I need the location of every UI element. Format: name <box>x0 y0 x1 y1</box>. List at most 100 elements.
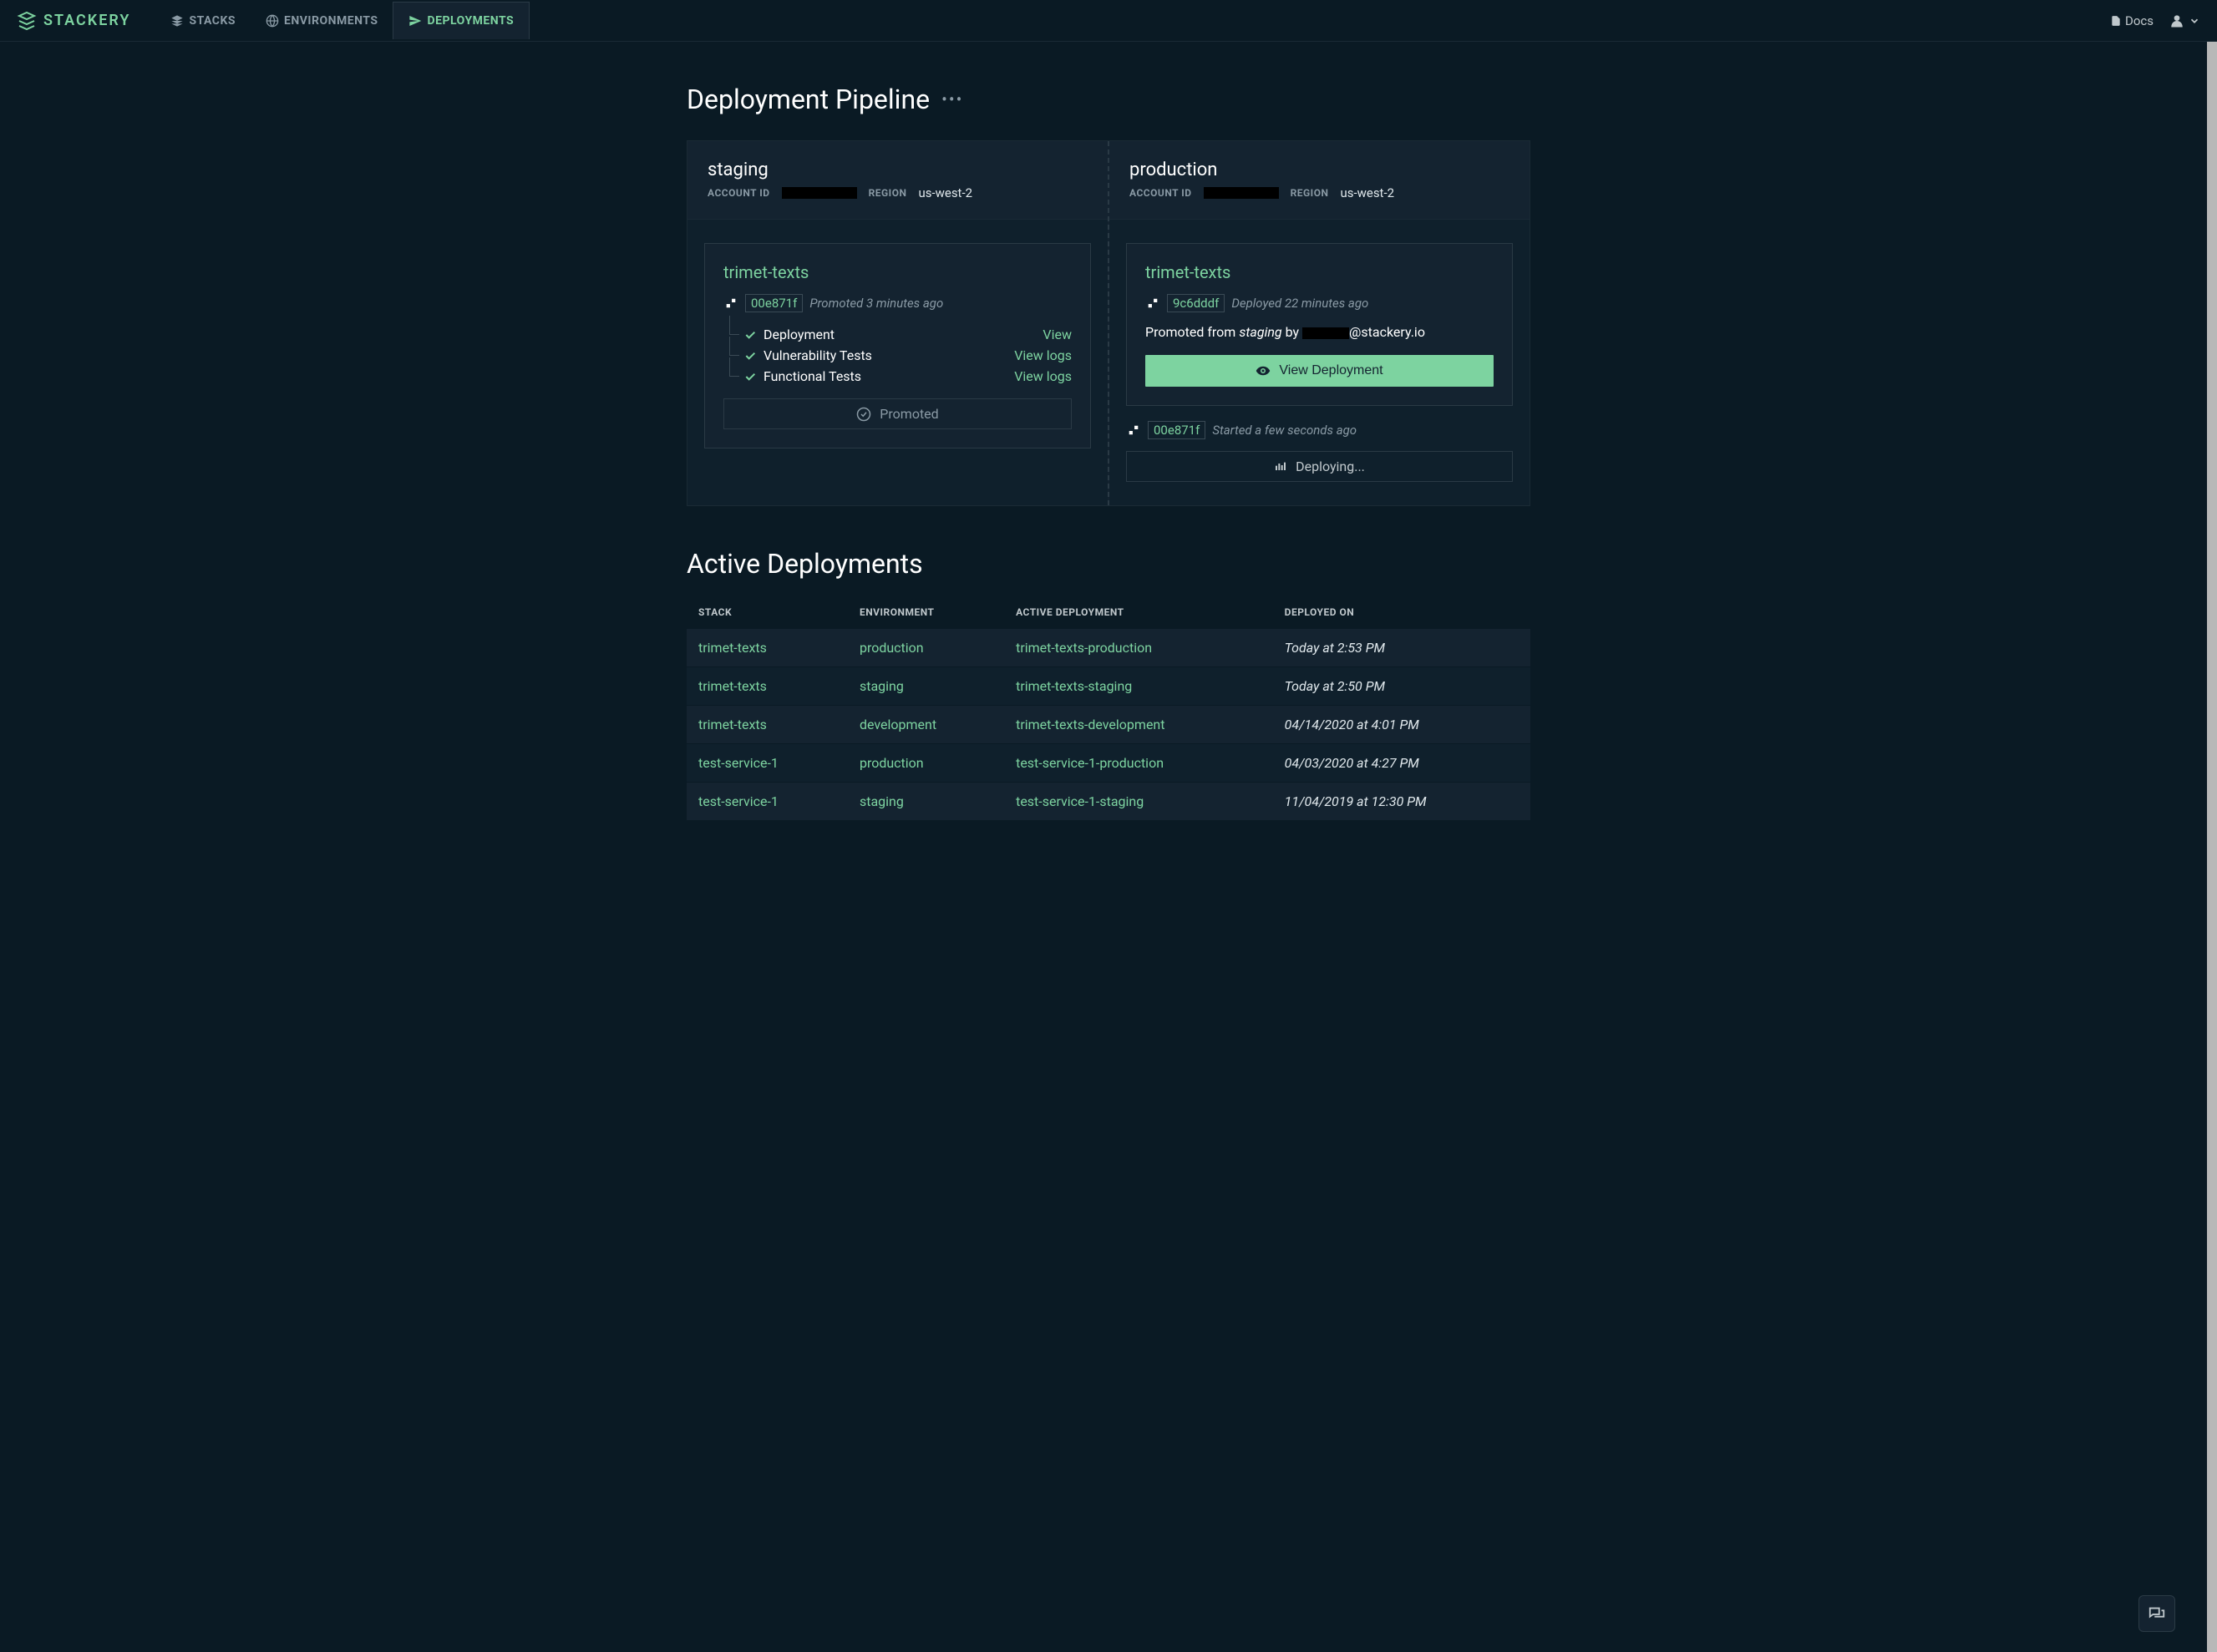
pipeline-column-production: production ACCOUNT ID REGION us-west-2 t… <box>1109 141 1530 505</box>
stack-link[interactable]: test-service-1 <box>687 744 848 783</box>
chevron-down-icon <box>2189 15 2200 27</box>
commit-meta: Promoted 3 minutes ago <box>809 296 943 311</box>
check-icon <box>743 328 757 342</box>
table-row[interactable]: test-service-1stagingtest-service-1-stag… <box>687 783 1530 821</box>
account-id-redacted <box>782 187 857 199</box>
env-link[interactable]: staging <box>848 783 1004 821</box>
stack-link[interactable]: trimet-texts <box>687 629 848 667</box>
th-env: ENVIRONMENT <box>848 596 1004 629</box>
promoted-status: Promoted <box>723 398 1072 429</box>
eye-icon <box>1256 363 1271 378</box>
git-branch-icon <box>1145 296 1160 311</box>
column-meta: ACCOUNT ID REGION us-west-2 <box>1129 185 1509 200</box>
table-row[interactable]: test-service-1productiontest-service-1-p… <box>687 744 1530 783</box>
th-deployed: DEPLOYED ON <box>1273 596 1530 629</box>
commit-hash[interactable]: 00e871f <box>745 294 803 312</box>
check-row: Functional Tests View logs <box>727 366 1072 387</box>
column-title: staging <box>708 160 1088 180</box>
check-label: Deployment <box>764 327 835 342</box>
deploy-link[interactable]: test-service-1-staging <box>1004 783 1273 821</box>
section-title: Active Deployments <box>687 548 1530 580</box>
user-icon <box>2169 13 2185 29</box>
check-circle-icon <box>856 407 871 422</box>
table-row[interactable]: trimet-textsproductiontrimet-texts-produ… <box>687 629 1530 667</box>
account-id-redacted <box>1204 187 1279 199</box>
active-deployments-table: STACK ENVIRONMENT ACTIVE DEPLOYMENT DEPL… <box>687 596 1530 821</box>
user-menu[interactable] <box>2169 13 2200 29</box>
send-icon <box>408 14 422 28</box>
check-row: Deployment View <box>727 324 1072 345</box>
deploy-link[interactable]: trimet-texts-staging <box>1004 667 1273 706</box>
env-link[interactable]: production <box>848 744 1004 783</box>
git-branch-icon <box>1126 423 1141 438</box>
file-icon <box>2110 15 2122 27</box>
check-row: Vulnerability Tests View logs <box>727 345 1072 366</box>
stackery-logo-icon <box>17 11 37 31</box>
th-stack: STACK <box>687 596 848 629</box>
column-meta: ACCOUNT ID REGION us-west-2 <box>708 185 1088 200</box>
commit-row: 00e871f Promoted 3 minutes ago <box>723 294 1072 312</box>
chat-button[interactable] <box>2138 1595 2175 1632</box>
commit-row: 9c6dddf Deployed 22 minutes ago <box>1145 294 1494 312</box>
check-link[interactable]: View logs <box>1014 347 1072 363</box>
column-header: staging ACCOUNT ID REGION us-west-2 <box>687 141 1108 220</box>
deployed-on: 04/14/2020 at 4:01 PM <box>1273 706 1530 744</box>
deploy-link[interactable]: test-service-1-production <box>1004 744 1273 783</box>
deployed-on: Today at 2:50 PM <box>1273 667 1530 706</box>
check-icon <box>743 370 757 383</box>
more-icon[interactable]: ••• <box>941 89 963 109</box>
view-deployment-button[interactable]: View Deployment <box>1145 355 1494 387</box>
env-link[interactable]: staging <box>848 667 1004 706</box>
globe-icon <box>266 14 279 28</box>
commit-hash[interactable]: 9c6dddf <box>1167 294 1225 312</box>
pipeline: staging ACCOUNT ID REGION us-west-2 trim… <box>687 140 1530 506</box>
commit-meta: Deployed 22 minutes ago <box>1231 296 1368 311</box>
top-nav: STACKERY STACKS ENVIRONMENTS DEPLOYMENTS… <box>0 0 2217 42</box>
deployment-card-production: trimet-texts 9c6dddf Deployed 22 minutes… <box>1126 243 1513 406</box>
column-header: production ACCOUNT ID REGION us-west-2 <box>1109 141 1530 220</box>
logo[interactable]: STACKERY <box>17 11 130 31</box>
deployed-on: 04/03/2020 at 4:27 PM <box>1273 744 1530 783</box>
logo-text: STACKERY <box>43 12 130 29</box>
git-branch-icon <box>723 296 738 311</box>
deployed-on: 11/04/2019 at 12:30 PM <box>1273 783 1530 821</box>
table-row[interactable]: trimet-textsdevelopmenttrimet-texts-deve… <box>687 706 1530 744</box>
check-label: Vulnerability Tests <box>764 347 872 363</box>
tab-environments[interactable]: ENVIRONMENTS <box>251 2 393 39</box>
card-title[interactable]: trimet-texts <box>1145 262 1494 282</box>
tab-stacks[interactable]: STACKS <box>155 2 251 39</box>
deploy-link[interactable]: trimet-texts-development <box>1004 706 1273 744</box>
table-row[interactable]: trimet-textsstagingtrimet-texts-stagingT… <box>687 667 1530 706</box>
check-icon <box>743 349 757 362</box>
deployment-card-staging: trimet-texts 00e871f Promoted 3 minutes … <box>704 243 1091 448</box>
inflight-deployment: 00e871f Started a few seconds ago Deploy… <box>1126 421 1513 482</box>
commit-meta: Started a few seconds ago <box>1212 423 1357 438</box>
scrollbar[interactable] <box>2207 42 2217 1652</box>
tab-deployments[interactable]: DEPLOYMENTS <box>393 2 530 39</box>
stack-link[interactable]: test-service-1 <box>687 783 848 821</box>
check-link[interactable]: View logs <box>1014 368 1072 384</box>
check-link[interactable]: View <box>1043 327 1072 342</box>
nav-right: Docs <box>2110 13 2200 29</box>
nav-tabs: STACKS ENVIRONMENTS DEPLOYMENTS <box>155 2 530 39</box>
deploy-link[interactable]: trimet-texts-production <box>1004 629 1273 667</box>
page-title: Deployment Pipeline ••• <box>687 84 1530 115</box>
commit-row: 00e871f Started a few seconds ago <box>1126 421 1513 439</box>
column-title: production <box>1129 160 1509 180</box>
card-title[interactable]: trimet-texts <box>723 262 1072 282</box>
commit-hash[interactable]: 00e871f <box>1148 421 1205 439</box>
stack-link[interactable]: trimet-texts <box>687 667 848 706</box>
pipeline-column-staging: staging ACCOUNT ID REGION us-west-2 trim… <box>687 141 1109 505</box>
promoted-from-text: Promoted from staging by @stackery.io <box>1145 324 1494 340</box>
th-active: ACTIVE DEPLOYMENT <box>1004 596 1273 629</box>
docs-link[interactable]: Docs <box>2110 13 2154 28</box>
layers-icon <box>170 14 184 28</box>
deployed-on: Today at 2:53 PM <box>1273 629 1530 667</box>
user-redacted <box>1302 327 1349 339</box>
env-link[interactable]: development <box>848 706 1004 744</box>
check-label: Functional Tests <box>764 368 861 384</box>
deploying-status: Deploying... <box>1126 451 1513 482</box>
env-link[interactable]: production <box>848 629 1004 667</box>
checks-list: Deployment View Vulnerability Tests View lo… <box>727 324 1072 387</box>
stack-link[interactable]: trimet-texts <box>687 706 848 744</box>
